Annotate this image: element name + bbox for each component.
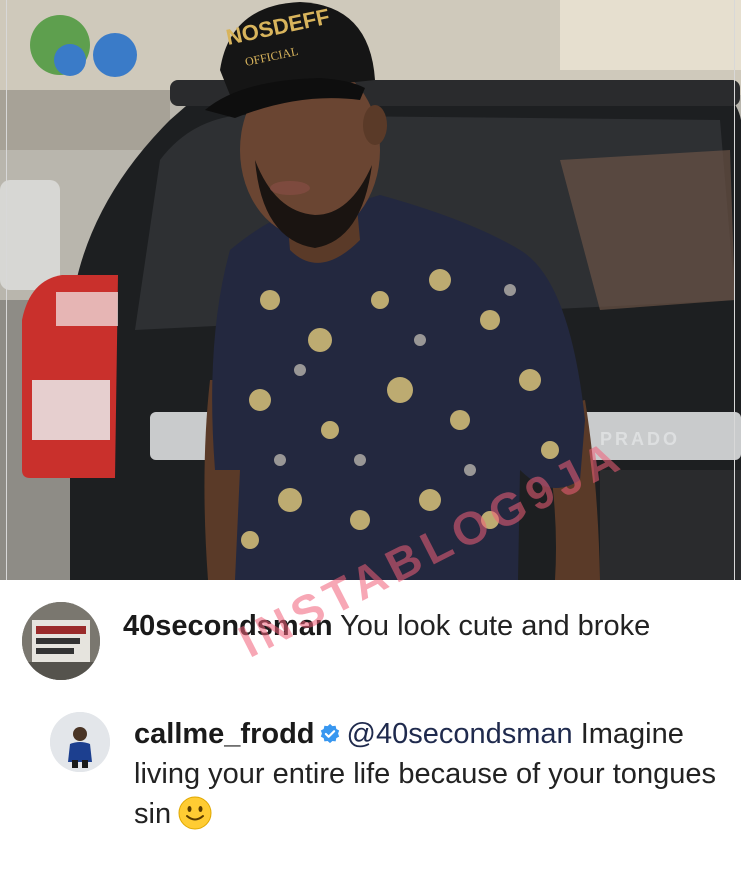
comment-text-block: 40secondsman You look cute and broke xyxy=(123,606,713,646)
car-badge: PRADO xyxy=(600,429,680,449)
profile-avatar-icon[interactable] xyxy=(22,602,100,680)
verified-badge-icon xyxy=(320,723,339,744)
avatar-image xyxy=(22,602,100,680)
comments-section: 40secondsman You look cute and broke cal… xyxy=(0,580,741,885)
mention-link[interactable]: @40secondsman xyxy=(347,718,573,750)
comment-username[interactable]: 40secondsman xyxy=(123,610,333,642)
reply-username[interactable]: callme_frodd xyxy=(134,718,315,750)
avatar-image xyxy=(50,712,110,772)
photo-illustration: NOSDEFF OFFICIAL PRADO xyxy=(0,0,741,580)
profile-avatar-icon[interactable] xyxy=(50,712,110,772)
comment-body: You look cute and broke xyxy=(340,610,651,642)
smiling-face-emoji-icon xyxy=(178,796,212,830)
post-photo[interactable]: NOSDEFF OFFICIAL PRADO xyxy=(0,0,741,580)
reply-text-block: callme_frodd @40secondsman Imagine livin… xyxy=(134,714,734,834)
